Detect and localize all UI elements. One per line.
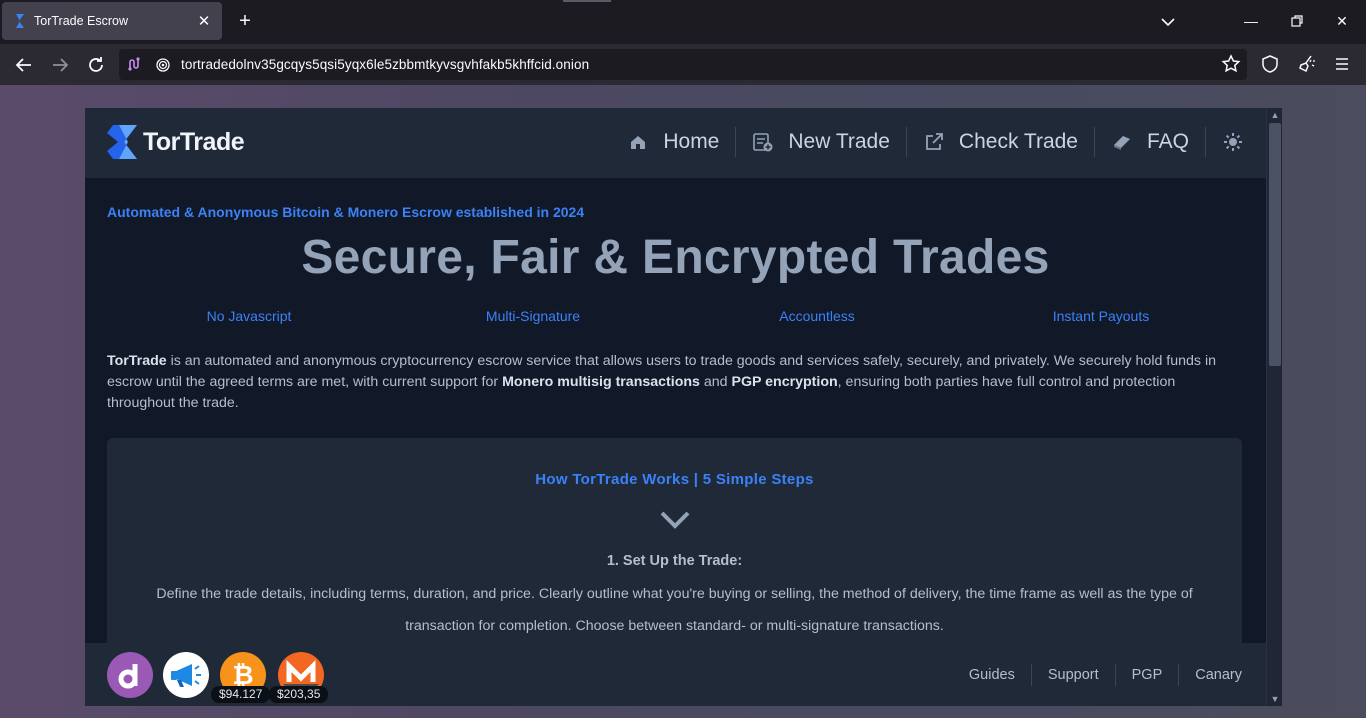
bookmark-star-icon[interactable] [1220, 53, 1242, 75]
nav-faq-label: FAQ [1146, 130, 1189, 153]
step-1-title: 1. Set Up the Trade: [606, 553, 743, 569]
new-identity-broom-icon[interactable] [1295, 53, 1317, 75]
feature-instant-payouts: Instant Payouts [1052, 308, 1150, 324]
btc-price: $94.127 [211, 686, 271, 703]
main-nav: Home New Trade Check Trade FAQ [611, 122, 1244, 162]
footer-link-canary[interactable]: Canary [1178, 664, 1242, 686]
tortrade-logo-icon [107, 125, 137, 159]
footer-link-support[interactable]: Support [1030, 664, 1115, 686]
list-all-tabs-icon[interactable] [1158, 12, 1178, 32]
scroll-up-icon[interactable]: ▲ [1267, 108, 1283, 122]
new-trade-icon [752, 131, 774, 153]
feature-multi-signature: Multi-Signature [485, 308, 581, 324]
nav-check-trade-label: Check Trade [958, 130, 1078, 153]
intro-paragraph: TorTrade is an automated and anonymous c… [107, 351, 1225, 414]
forward-icon[interactable] [49, 54, 71, 76]
nav-new-trade-label: New Trade [788, 130, 890, 153]
close-window-icon[interactable]: ✕ [1334, 12, 1350, 30]
nav-check-trade[interactable]: Check Trade [907, 127, 1095, 157]
theme-toggle-sun-icon[interactable] [1222, 131, 1244, 153]
onion-icon[interactable] [155, 56, 171, 77]
logo-text: TorTrade [143, 127, 245, 156]
intro-text-2: and [699, 374, 732, 390]
hero-title: Secure, Fair & Encrypted Trades [301, 231, 1050, 284]
step-1-body: Define the trade details, including term… [156, 586, 1193, 634]
browser-tab-bar: TorTrade Escrow ✕ + — ✕ [0, 0, 1366, 44]
nav-faq[interactable]: FAQ [1095, 127, 1206, 157]
tab-strip-indicator [563, 0, 611, 2]
share-square-icon [923, 131, 945, 153]
minimize-window-icon[interactable]: — [1243, 12, 1259, 30]
site-container: TorTrade Home New Trade Check Trade FAQ … [85, 108, 1266, 706]
nav-home[interactable]: Home [611, 127, 737, 157]
tortrade-favicon-icon [14, 14, 26, 28]
app-menu-icon[interactable] [1331, 53, 1353, 75]
intro-bold-pgp: PGP encryption [731, 374, 838, 390]
scroll-down-icon[interactable]: ▼ [1267, 692, 1283, 706]
new-tab-button[interactable]: + [234, 10, 256, 32]
site-header: TorTrade Home New Trade Check Trade FAQ [85, 108, 1266, 178]
chevron-down-icon [660, 511, 690, 529]
nav-new-trade[interactable]: New Trade [736, 127, 907, 157]
site-footer: ₿ $94.127 $203,35 Guides Support PGP Can… [85, 643, 1266, 706]
tab-close-icon[interactable]: ✕ [196, 12, 212, 30]
address-bar[interactable]: tortradedolnv35gcqys5qsi5yqx6le5zbbmtkyv… [119, 49, 1247, 80]
nav-home-label: Home [663, 130, 720, 153]
home-icon [627, 131, 649, 153]
url-text: tortradedolnv35gcqys5qsi5yqx6le5zbbmtkyv… [181, 57, 590, 72]
megaphone-icon[interactable] [163, 652, 209, 698]
footer-link-guides[interactable]: Guides [953, 664, 1031, 686]
restore-window-icon[interactable] [1289, 12, 1305, 30]
browser-tab[interactable]: TorTrade Escrow ✕ [2, 2, 222, 40]
book-icon [1111, 131, 1133, 153]
xmr-price: $203,35 [269, 686, 329, 703]
page-scrollbar[interactable]: ▲ ▼ [1266, 108, 1282, 706]
footer-links: Guides Support PGP Canary [953, 664, 1242, 686]
page-viewport: TorTrade Home New Trade Check Trade FAQ … [0, 85, 1366, 718]
feature-list: No Javascript Multi-Signature Accountles… [107, 308, 1243, 324]
steps-title: How TorTrade Works | 5 Simple Steps [535, 471, 814, 488]
feature-no-javascript: No Javascript [206, 308, 292, 324]
scrollbar-thumb[interactable] [1269, 123, 1281, 366]
tagline: Automated & Anonymous Bitcoin & Monero E… [107, 204, 585, 220]
site-logo[interactable]: TorTrade [107, 124, 245, 160]
intro-bold-multisig: Monero multisig transactions [502, 374, 700, 390]
reload-icon[interactable] [85, 54, 107, 76]
footer-link-pgp[interactable]: PGP [1114, 664, 1179, 686]
tab-title: TorTrade Escrow [34, 14, 129, 28]
intro-brand: TorTrade [107, 353, 167, 369]
security-shield-icon[interactable] [1259, 53, 1281, 75]
dread-logo-icon[interactable] [107, 652, 153, 698]
back-icon[interactable] [13, 54, 35, 76]
tor-circuit-icon[interactable] [127, 56, 143, 77]
feature-accountless: Accountless [779, 308, 855, 324]
